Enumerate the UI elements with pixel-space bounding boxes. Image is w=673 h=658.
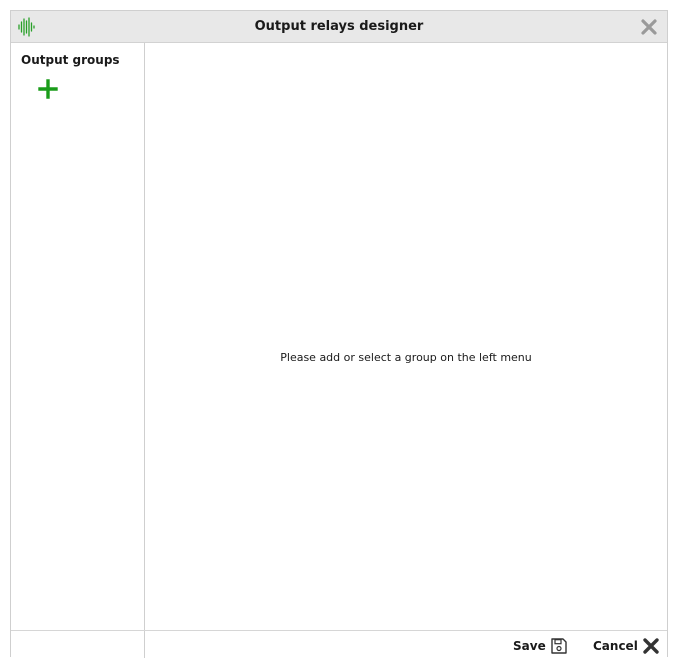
main-content: Please add or select a group on the left… <box>145 43 667 630</box>
save-label: Save <box>513 639 546 653</box>
close-icon[interactable] <box>639 17 659 37</box>
designer-window: Output relays designer Output groups Ple… <box>10 10 668 658</box>
save-button[interactable]: Save <box>513 636 568 656</box>
window-title: Output relays designer <box>254 19 424 34</box>
empty-state-message: Please add or select a group on the left… <box>280 351 532 364</box>
floppy-disk-icon <box>551 638 567 654</box>
sidebar-title: Output groups <box>21 53 120 67</box>
footer-sidebar-area <box>11 631 145 658</box>
sidebar: Output groups <box>11 43 145 630</box>
cancel-label: Cancel <box>593 639 638 653</box>
cancel-button[interactable]: Cancel <box>593 636 660 656</box>
title-bar: Output relays designer <box>11 11 667 43</box>
plus-icon[interactable] <box>38 79 58 99</box>
footer-bar: Save Cancel <box>11 630 667 658</box>
x-icon <box>643 638 659 654</box>
